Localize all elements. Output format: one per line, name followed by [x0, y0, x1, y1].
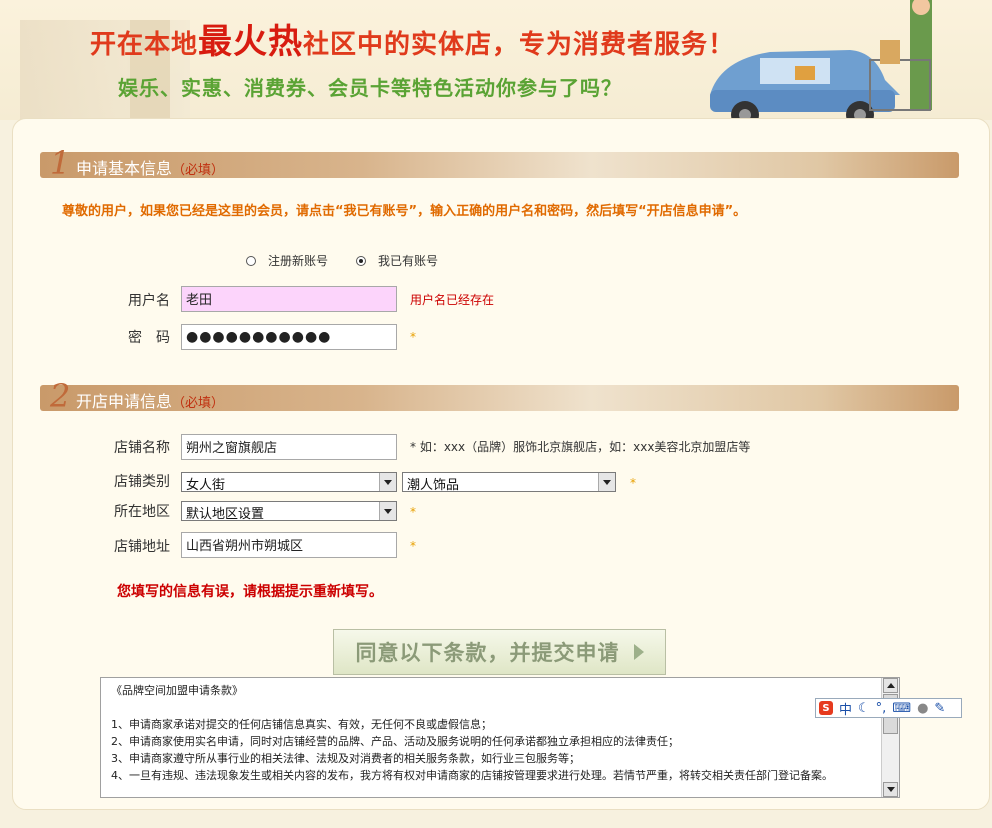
terms-scrollbar[interactable]	[881, 678, 899, 797]
form-error-message: 您填写的信息有误，请根据提示重新填写。	[117, 584, 383, 600]
address-required-star: *	[410, 539, 416, 553]
chevron-down-icon[interactable]	[598, 473, 615, 491]
play-arrow-icon	[633, 644, 644, 660]
username-label: 用户名	[128, 293, 170, 309]
section-2-title: 开店申请信息（必填）	[76, 388, 224, 412]
username-input[interactable]: 老田	[181, 286, 397, 312]
chevron-down-icon[interactable]	[379, 502, 396, 520]
username-error: 用户名已经存在	[410, 293, 495, 307]
section-1-title-text: 申请基本信息	[76, 159, 173, 178]
submit-label: 同意以下条款，并提交申请	[355, 641, 620, 665]
terms-spacer	[111, 699, 876, 716]
region-required-star: *	[410, 505, 416, 519]
banner-headline: 开在本地最火热社区中的实体店，专为消费者服务！	[90, 14, 735, 63]
terms-item: 4、一旦有违规、违法现象发生或相关内容的发布，我方将有权对申请商家的店铺按管理要…	[111, 769, 833, 782]
headline-part-2: 社区中的实体店，专为消费者服务！	[303, 30, 736, 60]
radio-new-account-label: 注册新账号	[268, 254, 329, 268]
wrench-icon[interactable]: ✎	[934, 701, 945, 716]
region-label: 所在地区	[114, 504, 170, 520]
keyboard-icon[interactable]: ⌨	[892, 701, 911, 716]
terms-title: 《品牌空间加盟申请条款》	[111, 684, 243, 697]
section-1-number: 1	[50, 144, 71, 182]
radio-existing-account[interactable]: 我已有账号	[356, 252, 438, 269]
section-1-header: 1 申请基本信息（必填）	[40, 144, 959, 182]
shop-type-select-secondary[interactable]: 潮人饰品	[402, 472, 616, 493]
password-required-star: *	[410, 330, 416, 344]
section-2-header: 2 开店申请信息（必填）	[40, 377, 959, 415]
shop-type-label: 店铺类别	[114, 474, 170, 490]
submit-application-button[interactable]: 同意以下条款，并提交申请	[333, 629, 666, 675]
punctuation-icon[interactable]: °,	[876, 701, 887, 716]
terms-textarea[interactable]: 《品牌空间加盟申请条款》 1、申请商家承诺对提交的任何店铺信息真实、有效，无任何…	[100, 677, 900, 798]
section-1-title: 申请基本信息（必填）	[76, 155, 224, 179]
radio-existing-account-circle[interactable]	[356, 255, 366, 266]
password-label: 密 码	[128, 330, 170, 346]
region-select[interactable]: 默认地区设置	[181, 501, 397, 522]
scroll-down-icon[interactable]	[883, 782, 898, 797]
moon-icon[interactable]: ☾	[858, 701, 870, 716]
chevron-down-icon[interactable]	[379, 473, 396, 491]
password-input[interactable]: ●●●●●●●●●●●	[181, 324, 397, 350]
sogou-logo-icon[interactable]: S	[819, 701, 833, 715]
user-icon[interactable]: ●	[917, 701, 928, 716]
shop-type-select-primary[interactable]: 女人街	[181, 472, 397, 493]
terms-item: 2、申请商家使用实名申请，同时对店铺经营的品牌、产品、活动及服务说明的任何承诺都…	[111, 735, 679, 748]
section-2-required: （必填）	[172, 396, 225, 411]
login-notice: 尊敬的用户，如果您已经是这里的会员，请点击“我已有账号”，输入正确的用户名和密码…	[62, 204, 747, 219]
region-value: 默认地区设置	[186, 507, 265, 522]
headline-part-1: 开在本地	[90, 30, 199, 60]
section-2-title-text: 开店申请信息	[76, 392, 173, 411]
section-1-required: （必填）	[172, 163, 225, 178]
scroll-up-icon[interactable]	[883, 678, 898, 693]
terms-item: 1、申请商家承诺对提交的任何店铺信息真实、有效，无任何不良或虚假信息；	[111, 718, 492, 731]
ime-toolbar[interactable]: S 中 ☾ °, ⌨ ● ✎	[815, 698, 962, 718]
shop-name-label: 店铺名称	[114, 440, 170, 456]
shop-type-required-star: *	[630, 476, 636, 490]
radio-existing-account-label: 我已有账号	[378, 254, 439, 268]
headline-emphasis: 最火热	[198, 22, 304, 62]
shop-name-hint: * 如：xxx（品牌）服饰北京旗舰店，如：xxx美容北京加盟店等	[410, 440, 751, 454]
banner-subline: 娱乐、实惠、消费券、会员卡等特色活动你参与了吗？	[118, 76, 622, 100]
radio-new-account[interactable]: 注册新账号	[246, 252, 328, 269]
terms-item: 3、申请商家遵守所从事行业的相关法律、法规及对消费者的相关服务条款，如行业三包服…	[111, 752, 580, 765]
shop-type-primary-value: 女人街	[186, 478, 226, 493]
shop-type-secondary-value: 潮人饰品	[407, 478, 460, 493]
address-input[interactable]: 山西省朔州市朔城区	[181, 532, 397, 558]
terms-content: 《品牌空间加盟申请条款》 1、申请商家承诺对提交的任何店铺信息真实、有效，无任何…	[111, 682, 876, 784]
shop-name-input[interactable]: 朔州之窗旗舰店	[181, 434, 397, 460]
ime-mode[interactable]: 中	[839, 699, 852, 718]
address-label: 店铺地址	[114, 539, 170, 555]
radio-new-account-circle[interactable]	[246, 255, 256, 266]
section-2-number: 2	[50, 377, 71, 415]
